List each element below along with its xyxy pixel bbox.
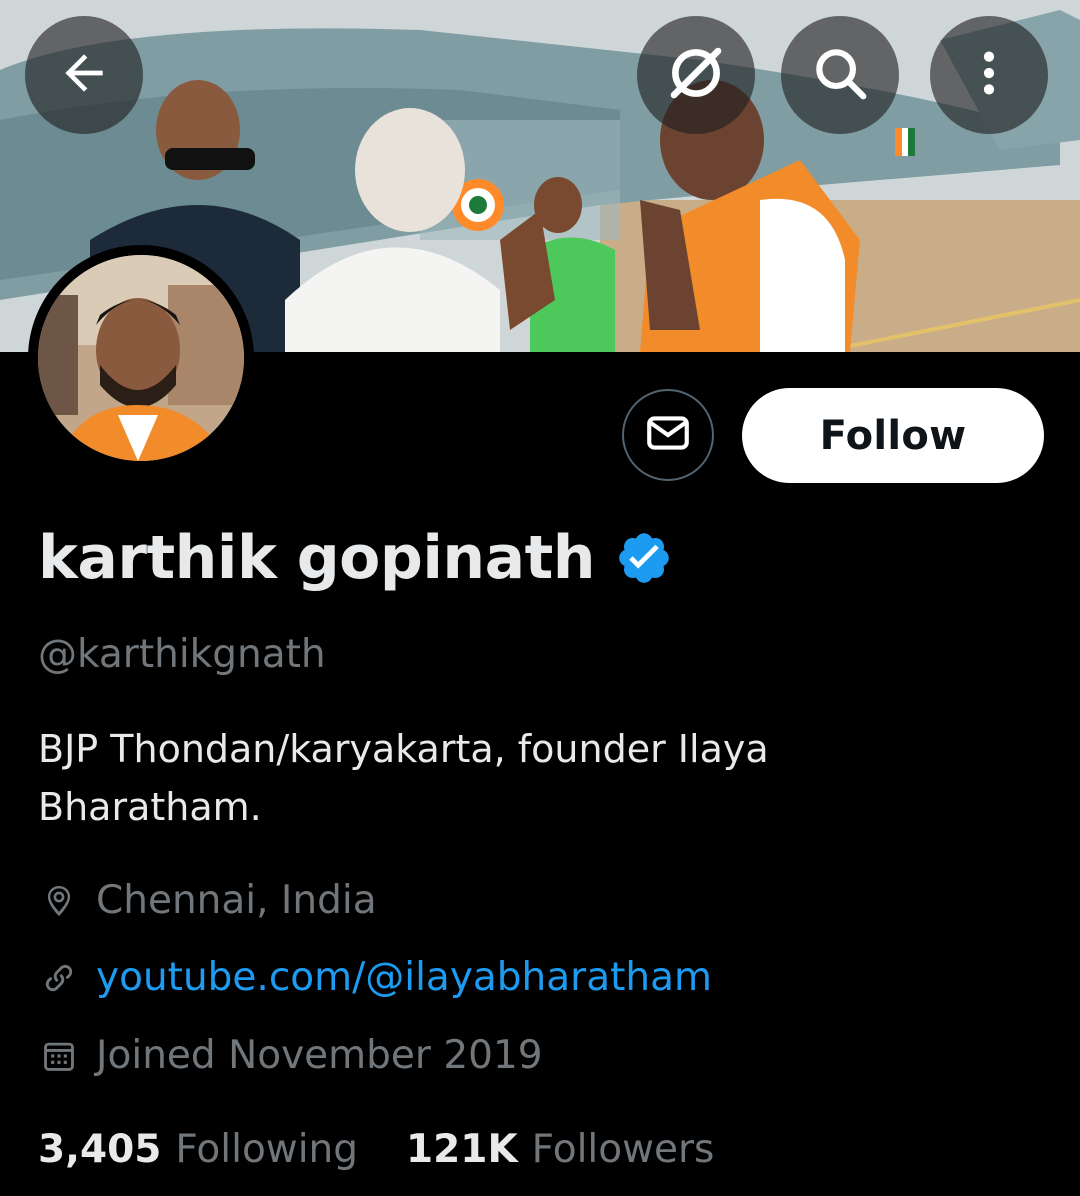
following-label: Following (175, 1127, 359, 1172)
more-options-button[interactable] (930, 16, 1048, 134)
search-icon (809, 42, 871, 108)
arrow-left-icon (56, 45, 112, 105)
profile-page: Follow karthik gopinath @karthikgnath BJ… (0, 0, 1080, 1196)
back-button[interactable] (25, 16, 143, 134)
profile-bio: BJP Thondan/karyakarta, founder Ilaya Bh… (38, 727, 769, 829)
location-pin-icon (38, 880, 80, 922)
grok-button[interactable] (637, 16, 755, 134)
display-name-row: karthik gopinath (38, 522, 673, 594)
follow-stats: 3,405 Following 121K Followers (38, 1124, 714, 1176)
search-button[interactable] (781, 16, 899, 134)
grok-icon (663, 40, 729, 110)
location-text: Chennai, India (96, 878, 377, 923)
calendar-icon (38, 1035, 80, 1077)
followers-count: 121K (406, 1127, 518, 1172)
joined-row: Joined November 2019 (38, 1031, 543, 1081)
link-icon (38, 957, 80, 999)
website-link[interactable]: youtube.com/@ilayabharatham (96, 953, 712, 1003)
follow-button[interactable]: Follow (742, 388, 1044, 483)
website-row: youtube.com/@ilayabharatham (38, 953, 712, 1003)
followers-stat[interactable]: 121K Followers (406, 1124, 714, 1176)
message-button[interactable] (622, 389, 714, 481)
following-count: 3,405 (38, 1127, 162, 1172)
user-handle: @karthikgnath (38, 632, 326, 677)
display-name: karthik gopinath (38, 523, 596, 593)
verified-badge-icon[interactable] (615, 529, 673, 587)
more-vertical-icon (961, 45, 1017, 105)
joined-date: Joined November 2019 (96, 1033, 543, 1078)
followers-label: Followers (531, 1127, 715, 1172)
following-stat[interactable]: 3,405 Following (38, 1124, 358, 1176)
location-row: Chennai, India (38, 876, 377, 926)
avatar-photo (38, 255, 244, 461)
envelope-icon (643, 408, 693, 462)
avatar[interactable] (28, 245, 254, 471)
